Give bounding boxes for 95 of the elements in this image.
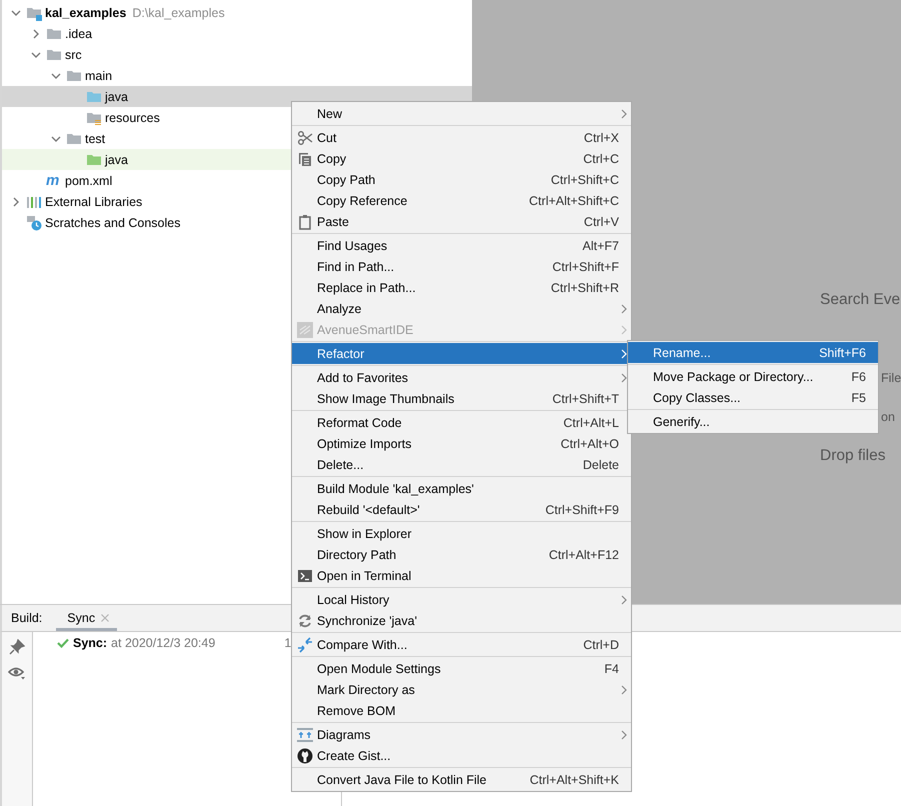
menu-item[interactable]: Find in Path... Ctrl+Shift+F: [292, 256, 631, 277]
shortcut-label: Delete: [582, 458, 619, 472]
menu-item[interactable]: Rebuild '<default>' Ctrl+Shift+F9: [292, 499, 631, 520]
tree-item[interactable]: main: [2, 65, 472, 86]
shortcut-label: Alt+F7: [582, 238, 619, 252]
editor-hint: on: [881, 409, 895, 426]
menu-item[interactable]: Generify...: [628, 411, 878, 432]
tree-label: src: [65, 48, 82, 62]
editor-hint: Drop files: [820, 447, 886, 466]
editor-hint: Search Eve: [820, 291, 900, 310]
menu-item[interactable]: Copy Path Ctrl+Shift+C: [292, 169, 631, 190]
scissors-icon: [297, 130, 313, 146]
shortcut-label: Ctrl+Alt+Shift+C: [529, 194, 619, 208]
eye-icon[interactable]: [8, 665, 26, 681]
menu-item[interactable]: Remove BOM: [292, 700, 631, 721]
menu-item[interactable]: Compare With... Ctrl+D: [292, 634, 631, 655]
menu-item[interactable]: Replace in Path... Ctrl+Shift+R: [292, 277, 631, 298]
chevron-icon[interactable]: [11, 196, 21, 206]
shortcut-label: Ctrl+Shift+F9: [545, 502, 619, 516]
tree-label: pom.xml: [65, 174, 112, 188]
menu-item[interactable]: Delete... Delete: [292, 454, 631, 475]
menu-item[interactable]: Copy Reference Ctrl+Alt+Shift+C: [292, 190, 631, 211]
diagram-icon: [297, 726, 313, 742]
clipboard-icon: [297, 214, 313, 230]
sync-title: Sync:: [73, 636, 108, 650]
menu-item[interactable]: Show Image Thumbnails Ctrl+Shift+T: [292, 388, 631, 409]
shortcut-label: Ctrl+C: [583, 152, 619, 166]
chevron-icon[interactable]: [11, 8, 21, 18]
menu-item[interactable]: Add to Favorites: [292, 367, 631, 388]
menu-item[interactable]: Reformat Code Ctrl+Alt+L: [292, 412, 631, 433]
tree-label: main: [85, 68, 112, 82]
panel-label: Build:: [11, 611, 42, 625]
chevron-icon[interactable]: [31, 28, 41, 38]
tree-label: resources: [105, 110, 160, 124]
compare-arrows-icon: [297, 636, 313, 652]
menu-item[interactable]: Optimize Imports Ctrl+Alt+O: [292, 433, 631, 454]
shortcut-label: Ctrl+D: [583, 638, 619, 652]
shortcut-label: F4: [604, 662, 619, 676]
shortcut-label: Ctrl+Shift+F: [552, 260, 619, 274]
tree-label: Scratches and Consoles: [45, 216, 180, 230]
menu-item[interactable]: Mark Directory as: [292, 679, 631, 700]
menu-item[interactable]: Diagrams: [292, 724, 631, 745]
shortcut-label: Ctrl+Alt+Shift+K: [530, 772, 619, 786]
sync-icon: [297, 612, 313, 628]
menu-item[interactable]: Local History: [292, 589, 631, 610]
menu-item[interactable]: Open Module Settings F4: [292, 658, 631, 679]
tree-item[interactable]: kal_examples D:\kal_examples: [2, 2, 472, 23]
copy-icon: [297, 150, 313, 166]
plugin-icon: [297, 322, 313, 338]
shortcut-label: Ctrl+Shift+C: [550, 172, 619, 186]
menu-item[interactable]: Open in Terminal: [292, 565, 631, 586]
menu-item[interactable]: Rename... Shift+F6: [628, 342, 878, 363]
shortcut-label: Ctrl+Alt+F12: [548, 548, 619, 562]
tree-label: java: [105, 152, 128, 166]
menu-item[interactable]: Analyze: [292, 298, 631, 319]
shortcut-label: F5: [851, 390, 866, 404]
pin-icon[interactable]: [9, 639, 25, 655]
maven-icon: m: [46, 172, 62, 188]
tree-label: test: [85, 132, 106, 146]
tree-item[interactable]: .idea: [2, 23, 472, 44]
shortcut-label: F6: [851, 370, 866, 384]
menu-item[interactable]: Cut Ctrl+X: [292, 127, 631, 148]
shortcut-label: Ctrl+X: [584, 130, 619, 144]
menu-item[interactable]: Copy Classes... F5: [628, 387, 878, 408]
tree-label: External Libraries: [45, 194, 142, 208]
sync-time: at 2020/12/3 20:49: [111, 636, 216, 650]
shortcut-label: Ctrl+Alt+O: [560, 436, 619, 450]
chevron-icon[interactable]: [51, 134, 61, 144]
editor-hint: File: [881, 370, 901, 387]
menu-item[interactable]: Show in Explorer: [292, 523, 631, 544]
result-count: 1: [284, 636, 292, 650]
menu-item[interactable]: Create Gist...: [292, 745, 631, 766]
menu-item[interactable]: Paste Ctrl+V: [292, 211, 631, 232]
menu-item[interactable]: Build Module 'kal_examples': [292, 478, 631, 499]
menu-item[interactable]: Directory Path Ctrl+Alt+F12: [292, 544, 631, 565]
shortcut-label: Ctrl+Shift+R: [550, 280, 619, 294]
project-path: D:\kal_examples: [132, 6, 225, 20]
check-icon: [57, 638, 69, 648]
tree-label: .idea: [65, 26, 92, 40]
tree-label: kal_examples: [45, 6, 126, 20]
shortcut-label: Ctrl+Alt+L: [563, 416, 619, 430]
shortcut-label: Shift+F6: [819, 346, 866, 360]
menu-item[interactable]: Synchronize 'java': [292, 610, 631, 631]
chevron-icon[interactable]: [31, 50, 41, 60]
tree-label: java: [105, 90, 128, 104]
shortcut-label: Ctrl+Shift+T: [552, 392, 619, 406]
terminal-icon: [297, 568, 313, 584]
scratch-clock-icon: [26, 214, 42, 230]
menu-item[interactable]: Find Usages Alt+F7: [292, 235, 631, 256]
shortcut-label: Ctrl+V: [584, 214, 619, 228]
sync-tab[interactable]: Sync: [56, 605, 118, 631]
menu-item[interactable]: Move Package or Directory... F6: [628, 366, 878, 387]
tree-item[interactable]: src: [2, 44, 472, 65]
chevron-icon[interactable]: [51, 70, 61, 80]
menu-item[interactable]: Convert Java File to Kotlin File Ctrl+Alt+Shift+K: [292, 769, 631, 790]
